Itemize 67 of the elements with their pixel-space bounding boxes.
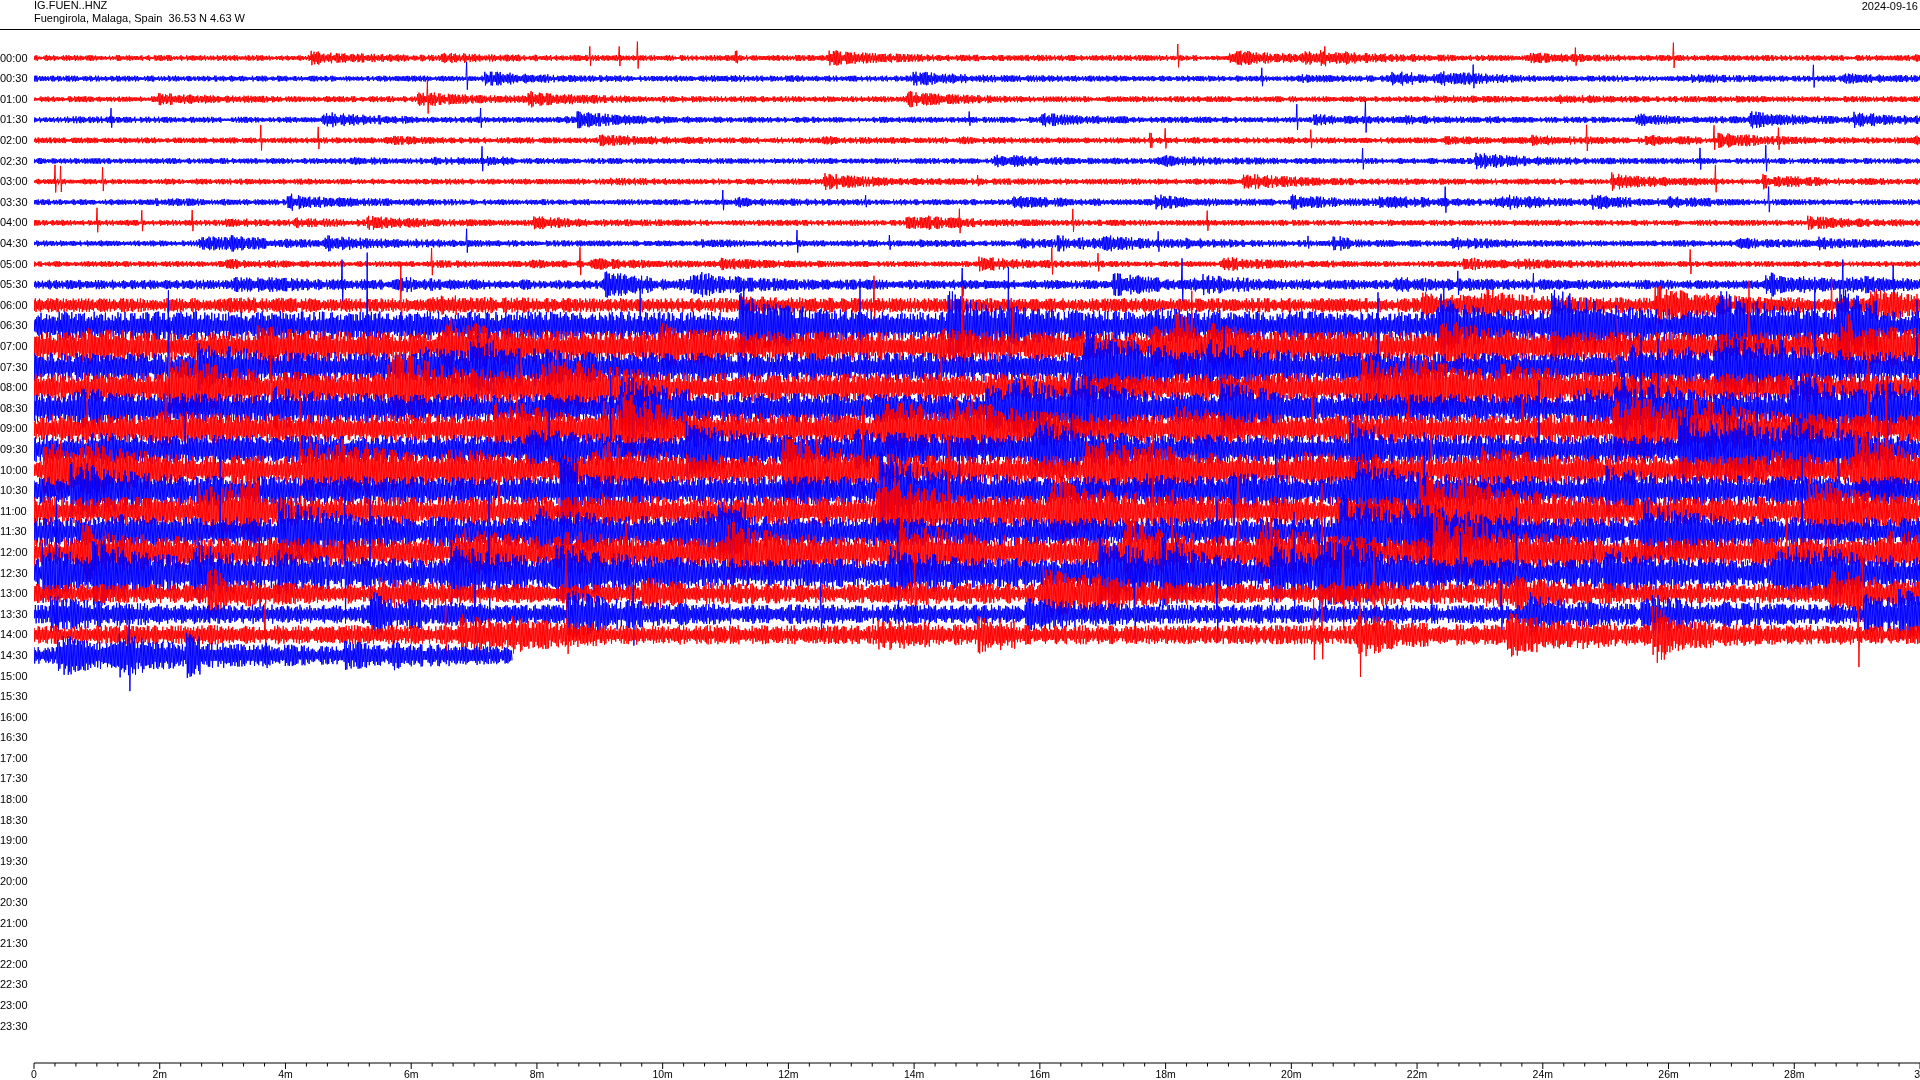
time-label: 12:00 [0,544,29,560]
axis-tick-label: 20m [1281,1068,1302,1080]
time-label: 12:30 [0,565,29,581]
time-label: 22:00 [0,956,29,972]
time-label: 14:00 [0,627,29,643]
time-label: 19:30 [0,853,29,869]
time-label: 00:30 [0,71,29,87]
time-label: 18:00 [0,792,29,808]
time-label: 21:00 [0,915,29,931]
time-label: 15:30 [0,689,29,705]
time-label: 11:00 [0,503,28,519]
time-label: 21:30 [0,936,29,952]
axis-tick-label: 26m [1658,1068,1679,1080]
time-label: 17:00 [0,750,29,766]
time-label: 08:30 [0,400,29,416]
axis-tick-label: 6m [403,1068,419,1080]
time-label: 14:30 [0,647,29,663]
time-label: 23:00 [0,998,29,1013]
axis-tick-label: 24m [1532,1068,1553,1080]
time-label: 10:30 [0,483,29,499]
time-label: 07:30 [0,359,29,375]
station-code: IG.FUEN..HNZ [34,0,109,12]
time-label: 05:30 [0,277,29,293]
time-label: 10:00 [0,462,29,478]
time-label: 07:00 [0,339,29,354]
time-label: 20:30 [0,895,29,911]
time-label: 02:30 [0,153,29,169]
axis-tick-label: 18m [1155,1068,1176,1080]
time-label: 03:30 [0,194,29,210]
axis-tick-label: 28m [1784,1068,1805,1080]
time-label: 17:30 [0,771,29,787]
station-location: Fuengirola, Malaga, Spain 36.53 N 4.63 W [34,12,245,25]
time-label: 16:30 [0,730,29,746]
axis-tick-label: 10m [652,1068,673,1080]
axis-tick-label: 0 [31,1068,37,1080]
time-label: 01:00 [0,91,29,107]
time-label: 00:00 [0,50,29,66]
axis-tick-label: 12m [778,1068,799,1080]
time-label: 05:00 [0,256,29,272]
time-label: 11:30 [0,524,28,540]
time-label: 08:00 [0,380,29,396]
record-date: 2024-09-16 [1861,0,1918,12]
axis-tick-label: 14m [903,1068,925,1080]
time-label: 13:30 [0,606,29,622]
time-label: 06:30 [0,318,29,334]
time-label: 16:00 [0,709,29,725]
time-label: 19:00 [0,833,29,849]
time-label: 09:30 [0,441,29,457]
axis-tick-label: 8m [529,1068,545,1080]
time-label: 03:00 [0,174,29,190]
time-label: 23:30 [0,1018,29,1034]
time-label: 18:30 [0,812,29,828]
axis-tick-label: 4m [278,1068,293,1080]
time-label: 15:00 [0,668,29,684]
time-label: 06:00 [0,297,29,313]
axis-tick-label: 16m [1029,1068,1051,1080]
axis-tick-label: 2m [152,1068,168,1080]
time-label: 20:00 [0,874,29,890]
time-label: 04:00 [0,215,29,231]
time-label: 22:30 [0,977,29,993]
time-label: 01:30 [0,112,29,128]
time-label: 02:00 [0,133,29,149]
axis-tick-label: 3 [1914,1068,1920,1080]
time-label: 09:00 [0,421,29,437]
time-label: 04:30 [0,236,29,252]
axis-tick-label: 22m [1406,1068,1428,1080]
time-label: 13:00 [0,586,29,602]
